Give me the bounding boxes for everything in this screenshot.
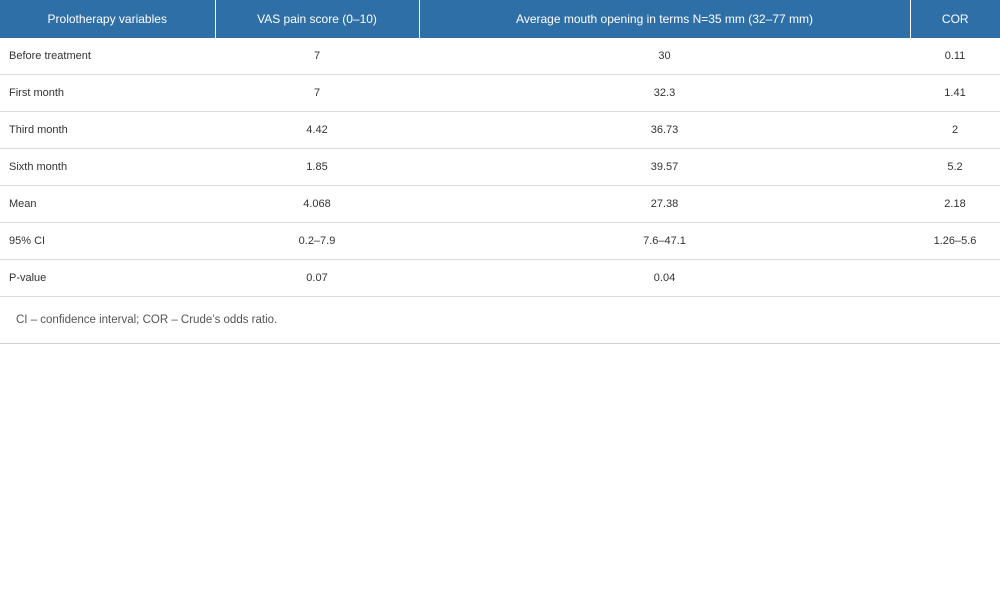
table-cell: 32.3 bbox=[419, 74, 910, 112]
table-cell bbox=[910, 259, 1000, 297]
column-header-cor: COR bbox=[910, 0, 1000, 38]
table-container: Prolotherapy variables VAS pain score (0… bbox=[0, 0, 1000, 344]
table-cell: 1.41 bbox=[910, 74, 1000, 112]
table-cell: 2 bbox=[910, 111, 1000, 149]
table-row: Third month 4.42 36.73 2 bbox=[0, 111, 1000, 149]
table-cell: 0.04 bbox=[419, 259, 910, 297]
table-row: First month 7 32.3 1.41 bbox=[0, 74, 1000, 112]
table-cell: 1.85 bbox=[215, 148, 419, 186]
table-cell: 30 bbox=[419, 38, 910, 75]
table-footnote: CI – confidence interval; COR – Crude’s … bbox=[0, 297, 1000, 344]
table-cell: Sixth month bbox=[0, 148, 215, 186]
table-cell: 0.07 bbox=[215, 259, 419, 297]
table-cell: 7.6–47.1 bbox=[419, 222, 910, 260]
table-cell: Third month bbox=[0, 111, 215, 149]
column-header-vas: VAS pain score (0–10) bbox=[215, 0, 420, 38]
table-row: P-value 0.07 0.04 bbox=[0, 259, 1000, 297]
results-table: Prolotherapy variables VAS pain score (0… bbox=[0, 0, 1000, 297]
table-cell: 1.26–5.6 bbox=[910, 222, 1000, 260]
table-cell: Before treatment bbox=[0, 38, 215, 75]
column-header-variables: Prolotherapy variables bbox=[0, 0, 216, 38]
table-row: Before treatment 7 30 0.11 bbox=[0, 38, 1000, 75]
table-body: Before treatment 7 30 0.11 First month 7… bbox=[0, 38, 1000, 297]
table-row: Mean 4.068 27.38 2.18 bbox=[0, 185, 1000, 223]
table-cell: 0.2–7.9 bbox=[215, 222, 419, 260]
table-cell: 39.57 bbox=[419, 148, 910, 186]
table-cell: 27.38 bbox=[419, 185, 910, 223]
table-cell: 36.73 bbox=[419, 111, 910, 149]
table-row: 95% CI 0.2–7.9 7.6–47.1 1.26–5.6 bbox=[0, 222, 1000, 260]
column-header-mouth-opening: Average mouth opening in terms N=35 mm (… bbox=[419, 0, 911, 38]
table-cell: 2.18 bbox=[910, 185, 1000, 223]
table-header: Prolotherapy variables VAS pain score (0… bbox=[0, 0, 1000, 38]
table-cell: 95% CI bbox=[0, 222, 215, 260]
table-cell: Mean bbox=[0, 185, 215, 223]
table-cell: First month bbox=[0, 74, 215, 112]
table-cell: 4.42 bbox=[215, 111, 419, 149]
header-row: Prolotherapy variables VAS pain score (0… bbox=[0, 0, 1000, 38]
table-cell: 7 bbox=[215, 74, 419, 112]
table-cell: 7 bbox=[215, 38, 419, 75]
table-cell: P-value bbox=[0, 259, 215, 297]
table-cell: 4.068 bbox=[215, 185, 419, 223]
table-cell: 5.2 bbox=[910, 148, 1000, 186]
table-row: Sixth month 1.85 39.57 5.2 bbox=[0, 148, 1000, 186]
table-cell: 0.11 bbox=[910, 38, 1000, 75]
